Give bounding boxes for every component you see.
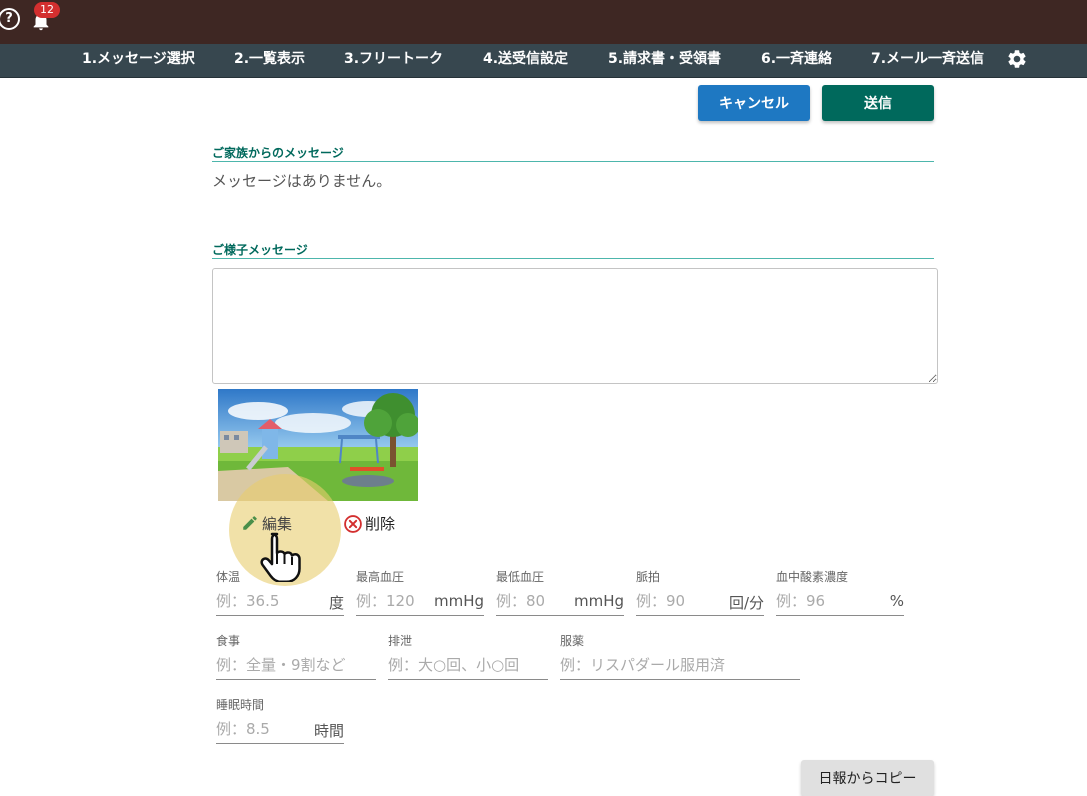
copy-from-daily-report-button[interactable]: 日報からコピー <box>801 760 934 796</box>
gear-icon[interactable] <box>1006 48 1028 70</box>
send-button[interactable]: 送信 <box>822 85 934 121</box>
meal-field: 食事 <box>216 632 376 682</box>
sleep-underline <box>216 743 344 744</box>
nav-item-free-talk[interactable]: 3.フリートーク <box>344 44 443 77</box>
meal-input[interactable] <box>216 654 376 676</box>
nav-item-invoices-receipts[interactable]: 5.請求書・受領書 <box>608 44 721 77</box>
bp-high-underline <box>356 615 484 616</box>
sleep-input[interactable] <box>216 718 304 740</box>
bp-low-underline <box>496 615 624 616</box>
pulse-input[interactable] <box>636 590 720 612</box>
excretion-underline <box>388 679 548 680</box>
top-bar <box>0 0 1087 44</box>
bp-low-field: 最低血圧 mmHg <box>496 568 624 618</box>
notification-badge: 12 <box>34 2 60 18</box>
pulse-underline <box>636 615 764 616</box>
spo2-label: 血中酸素濃度 <box>776 570 849 584</box>
sleep-unit: 時間 <box>313 722 344 740</box>
pulse-label: 脈拍 <box>636 570 661 584</box>
bp-low-label: 最低血圧 <box>496 570 545 584</box>
excretion-field: 排泄 <box>388 632 548 682</box>
spo2-unit: % <box>889 592 904 610</box>
excretion-label: 排泄 <box>388 634 413 648</box>
family-message-title: ご家族からのメッセージ <box>212 146 344 160</box>
status-message-title: ご様子メッセージ <box>212 243 308 257</box>
pencil-icon <box>243 516 257 530</box>
delete-photo-button[interactable]: 削除 <box>343 511 403 537</box>
nav-item-send-receive-settings[interactable]: 4.送受信設定 <box>483 44 568 77</box>
medication-underline <box>560 679 800 680</box>
status-message-divider <box>212 258 934 259</box>
family-message-body: メッセージはありません。 <box>212 172 392 190</box>
nav-item-list-view[interactable]: 2.一覧表示 <box>234 44 305 77</box>
bp-low-unit: mmHg <box>573 592 624 610</box>
excretion-input[interactable] <box>388 654 548 676</box>
nav-item-message-select[interactable]: 1.メッセージ選択 <box>82 44 195 77</box>
pulse-unit: 回/分 <box>728 594 764 612</box>
meal-underline <box>216 679 376 680</box>
status-message-textarea[interactable] <box>212 268 938 384</box>
delete-photo-label: 削除 <box>365 515 396 533</box>
sleep-label: 睡眠時間 <box>216 698 265 712</box>
bp-high-field: 最高血圧 mmHg <box>356 568 484 618</box>
close-circle-icon <box>344 515 362 533</box>
bp-low-input[interactable] <box>496 590 572 612</box>
bp-high-label: 最高血圧 <box>356 570 405 584</box>
temperature-underline <box>216 615 344 616</box>
spo2-underline <box>776 615 904 616</box>
family-message-divider <box>212 161 934 162</box>
spo2-field: 血中酸素濃度 % <box>776 568 904 618</box>
sleep-field: 睡眠時間 時間 <box>216 696 344 746</box>
pulse-field: 脈拍 回/分 <box>636 568 764 618</box>
bp-high-unit: mmHg <box>433 592 484 610</box>
temperature-input[interactable] <box>216 590 316 612</box>
medication-input[interactable] <box>560 654 800 676</box>
nav-item-bulk-email[interactable]: 7.メール一斉送信 <box>871 44 984 77</box>
notifications-button[interactable]: 12 <box>30 2 60 32</box>
temperature-unit: 度 <box>328 594 344 612</box>
nav-item-broadcast-contact[interactable]: 6.一斉連絡 <box>761 44 832 77</box>
medication-label: 服薬 <box>560 634 585 648</box>
main-navigation: 1.メッセージ選択 2.一覧表示 3.フリートーク 4.送受信設定 5.請求書・… <box>0 44 1087 78</box>
medication-field: 服薬 <box>560 632 800 682</box>
meal-label: 食事 <box>216 634 241 648</box>
temperature-label: 体温 <box>216 570 241 584</box>
cancel-button[interactable]: キャンセル <box>698 85 810 121</box>
temperature-field: 体温 度 <box>216 568 344 618</box>
spo2-input[interactable] <box>776 590 876 612</box>
bp-high-input[interactable] <box>356 590 432 612</box>
